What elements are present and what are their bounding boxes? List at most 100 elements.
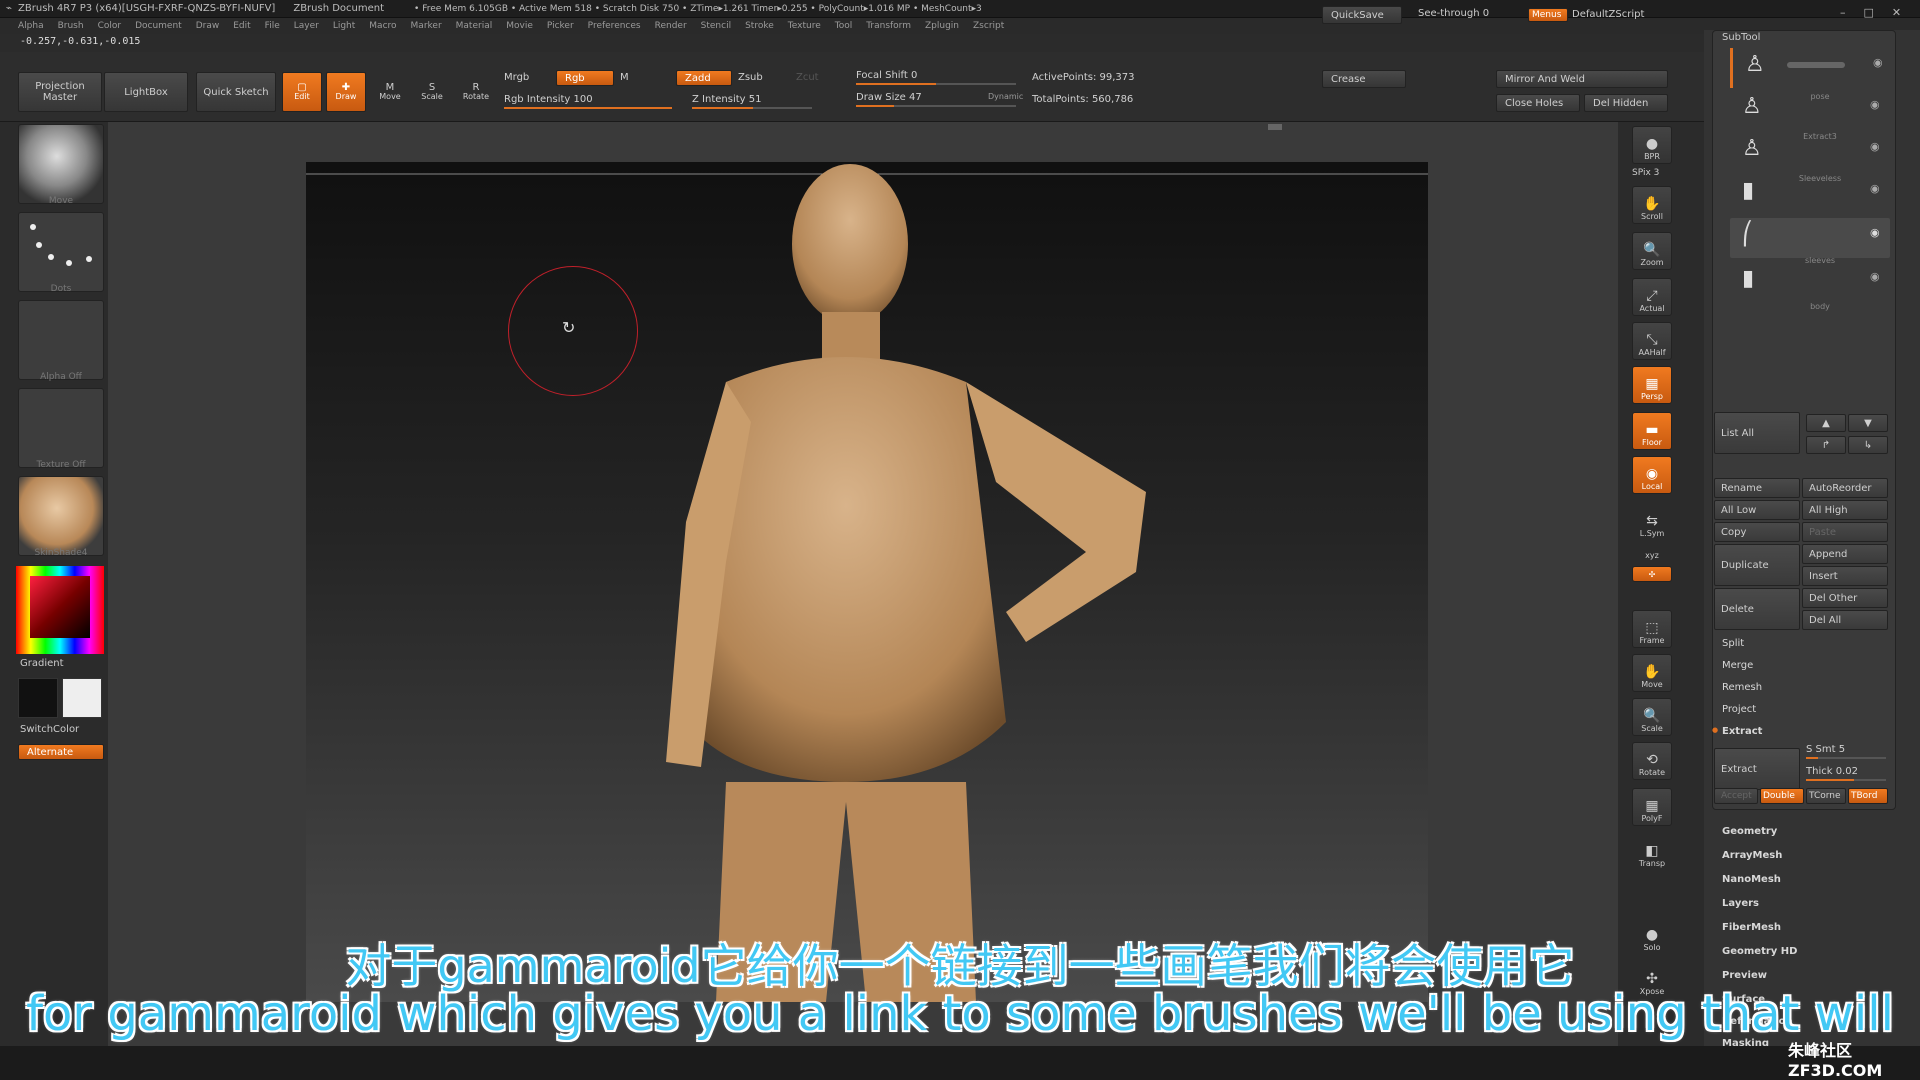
material-thumbnail[interactable]	[18, 476, 104, 556]
double-toggle[interactable]: Double	[1760, 788, 1804, 804]
copy-button[interactable]: Copy	[1714, 522, 1800, 542]
minimize-icon[interactable]: –	[1840, 6, 1846, 19]
bpr-button[interactable]: ● BPR	[1632, 126, 1672, 164]
menu-tool[interactable]: Tool	[835, 21, 852, 31]
thick-slider[interactable]: Thick 0.02	[1806, 766, 1886, 781]
rgb-intensity-slider[interactable]: Rgb Intensity 100	[504, 94, 672, 109]
menu-macro[interactable]: Macro	[369, 21, 396, 31]
quick-sketch-button[interactable]: Quick Sketch	[196, 72, 276, 112]
arrow-down-icon[interactable]: ▼	[1848, 414, 1888, 432]
insert-button[interactable]: Insert	[1802, 566, 1888, 586]
lsym-button[interactable]: ⇆ L.Sym	[1632, 502, 1672, 540]
menu-zscript[interactable]: Zscript	[973, 21, 1004, 31]
subtool-visibility-bar[interactable]	[1787, 62, 1845, 68]
subtool-item-sleeveless[interactable]: ▮ Sleeveless ◉	[1730, 174, 1890, 214]
menu-alpha[interactable]: Alpha	[18, 21, 44, 31]
focal-shift-slider[interactable]: Focal Shift 0	[856, 70, 1016, 85]
transp-button[interactable]: ◧ Transp	[1632, 832, 1672, 870]
actual-button[interactable]: ⤢ Actual	[1632, 278, 1672, 316]
move-up-icon[interactable]: ↱	[1806, 436, 1846, 454]
mrgb-toggle[interactable]: Mrgb	[504, 72, 529, 83]
polyf-button[interactable]: ▦ PolyF	[1632, 788, 1672, 826]
remesh-menu[interactable]: Remesh	[1722, 682, 1762, 693]
zcut-toggle[interactable]: Zcut	[796, 72, 819, 83]
eye-icon[interactable]: ◉	[1870, 182, 1880, 195]
frame-button[interactable]: ⬚ Frame	[1632, 610, 1672, 648]
alternate-button[interactable]: Alternate	[18, 744, 104, 760]
append-button[interactable]: Append	[1802, 544, 1888, 564]
see-through-slider[interactable]: See-through 0	[1418, 8, 1489, 19]
dynamic-toggle[interactable]: Dynamic	[988, 92, 1023, 101]
extract-button[interactable]: Extract	[1714, 748, 1800, 790]
split-menu[interactable]: Split	[1722, 638, 1744, 649]
aahalf-button[interactable]: ⤡ AAHalf	[1632, 322, 1672, 360]
color-picker[interactable]	[16, 566, 104, 654]
delete-button[interactable]: Delete	[1714, 588, 1800, 630]
subtool-item-sleeves[interactable]: ⎛ ◉	[1730, 218, 1890, 258]
local-button[interactable]: ◉ Local	[1632, 456, 1672, 494]
extract-menu[interactable]: Extract	[1722, 726, 1762, 737]
eye-icon[interactable]: ◉	[1870, 270, 1880, 283]
menu-document[interactable]: Document	[135, 21, 182, 31]
del-hidden-button[interactable]: Del Hidden	[1584, 94, 1668, 112]
secondary-color-swatch[interactable]	[62, 678, 102, 718]
list-all-button[interactable]: List All	[1714, 412, 1800, 454]
m-toggle[interactable]: M	[620, 72, 629, 83]
projection-master-button[interactable]: Projection Master	[18, 72, 102, 112]
menu-light[interactable]: Light	[333, 21, 355, 31]
maximize-icon[interactable]: □	[1864, 6, 1874, 19]
eye-icon[interactable]: ◉	[1873, 56, 1883, 69]
eye-icon[interactable]: ◉	[1870, 226, 1880, 239]
zsub-toggle[interactable]: Zsub	[738, 72, 763, 83]
all-low-button[interactable]: All Low	[1714, 500, 1800, 520]
brush-thumbnail[interactable]	[18, 124, 104, 204]
scrollbar-handle[interactable]	[1268, 124, 1282, 130]
primary-color-swatch[interactable]	[18, 678, 58, 718]
spix-slider[interactable]: SPix 3	[1632, 168, 1659, 178]
menu-layer[interactable]: Layer	[294, 21, 319, 31]
rotate-view-button[interactable]: ⟲ Rotate	[1632, 742, 1672, 780]
close-icon[interactable]: ✕	[1892, 6, 1901, 19]
accept-button[interactable]: Accept	[1714, 788, 1758, 804]
persp-button[interactable]: ▦ Persp	[1632, 366, 1672, 404]
scroll-button[interactable]: ✋ Scroll	[1632, 186, 1672, 224]
menu-render[interactable]: Render	[655, 21, 687, 31]
subtool-item-pose[interactable]: ♙ pose ◉	[1730, 90, 1890, 130]
menu-stencil[interactable]: Stencil	[701, 21, 731, 31]
switch-color-button[interactable]: SwitchColor	[20, 724, 79, 735]
scale-button[interactable]: S Scale	[412, 72, 452, 112]
paste-button[interactable]: Paste	[1802, 522, 1888, 542]
tcorne-toggle[interactable]: TCorne	[1806, 788, 1846, 804]
menu-brush[interactable]: Brush	[58, 21, 84, 31]
subtool-item[interactable]: ♙ ◉	[1730, 48, 1890, 88]
zadd-toggle[interactable]: Zadd	[676, 70, 732, 86]
subtool-header[interactable]: SubTool	[1722, 32, 1760, 43]
document-viewport[interactable]	[306, 162, 1428, 1002]
duplicate-button[interactable]: Duplicate	[1714, 544, 1800, 586]
menu-zplugin[interactable]: Zplugin	[925, 21, 959, 31]
tbord-toggle[interactable]: TBord	[1848, 788, 1888, 804]
stroke-thumbnail[interactable]	[18, 212, 104, 292]
menu-material[interactable]: Material	[456, 21, 493, 31]
rename-button[interactable]: Rename	[1714, 478, 1800, 498]
arraymesh-menu[interactable]: ArrayMesh	[1722, 850, 1782, 861]
menu-marker[interactable]: Marker	[411, 21, 442, 31]
alpha-thumbnail[interactable]	[18, 300, 104, 380]
xyz-button[interactable]: xyz	[1632, 540, 1672, 562]
del-other-button[interactable]: Del Other	[1802, 588, 1888, 608]
nanomesh-menu[interactable]: NanoMesh	[1722, 874, 1781, 885]
crease-button[interactable]: Crease	[1322, 70, 1406, 88]
menu-file[interactable]: File	[265, 21, 280, 31]
draw-button[interactable]: ✚ Draw	[326, 72, 366, 112]
arrow-up-icon[interactable]: ▲	[1806, 414, 1846, 432]
geometry-menu[interactable]: Geometry	[1722, 826, 1777, 837]
s-smt-slider[interactable]: S Smt 5	[1806, 744, 1886, 759]
quicksave-button[interactable]: QuickSave	[1322, 6, 1402, 24]
gradient-label[interactable]: Gradient	[20, 658, 64, 669]
eye-icon[interactable]: ◉	[1870, 98, 1880, 111]
move-down-icon[interactable]: ↳	[1848, 436, 1888, 454]
all-high-button[interactable]: All High	[1802, 500, 1888, 520]
rotate-button[interactable]: R Rotate	[456, 72, 496, 112]
del-all-button[interactable]: Del All	[1802, 610, 1888, 630]
project-menu[interactable]: Project	[1722, 704, 1756, 715]
